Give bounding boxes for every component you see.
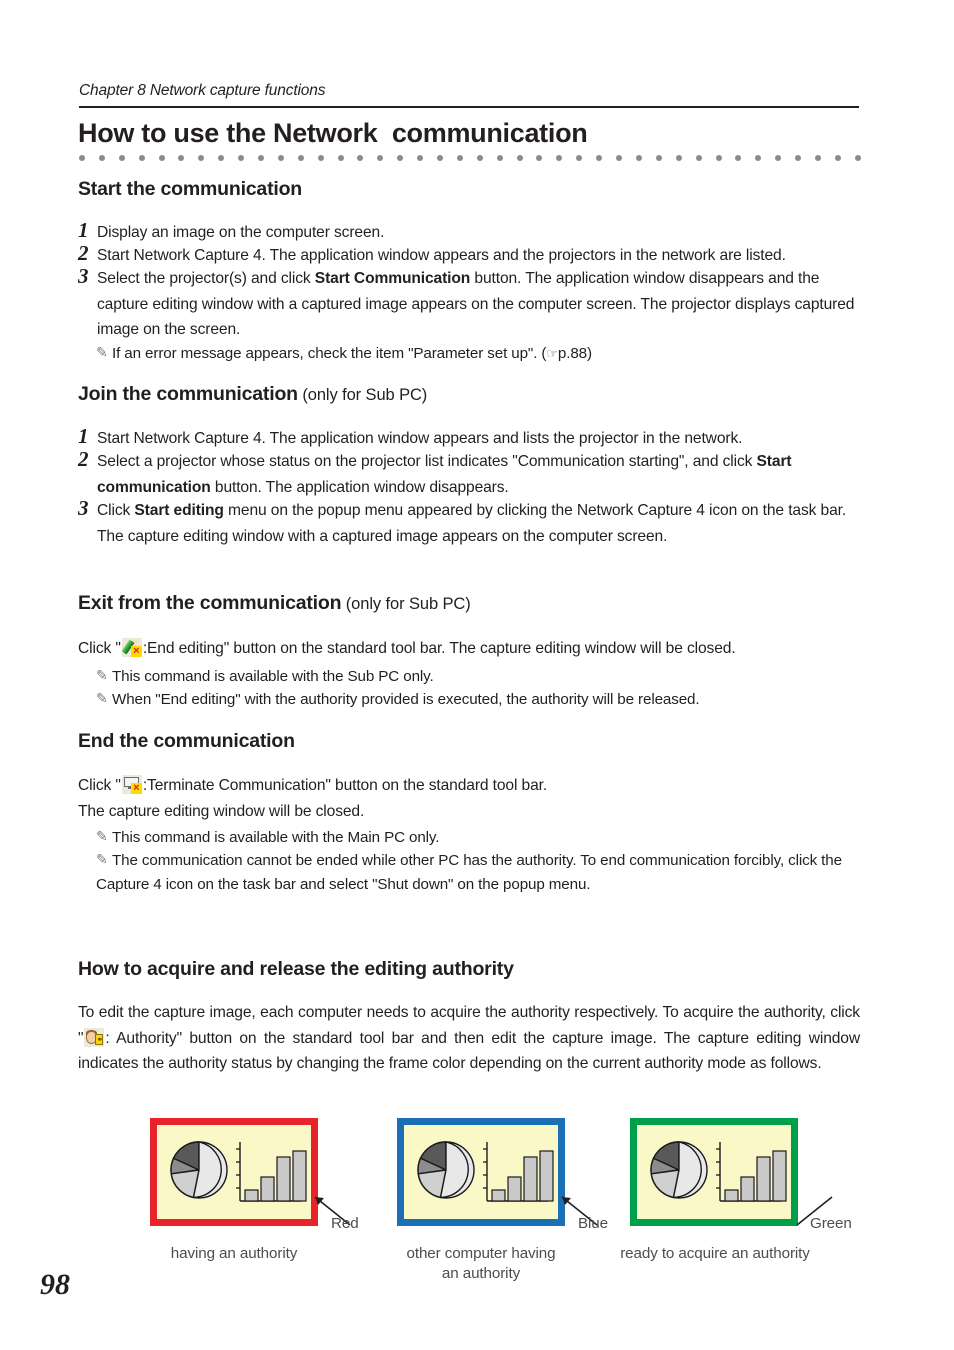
heading-start-communication-text: Start the communication: [78, 178, 303, 200]
note-page-ref: p.88: [557, 345, 587, 362]
step-number: 3: [78, 264, 89, 288]
heading-start-communication: Start the communication: [78, 178, 302, 201]
pencil-note-icon: ✎: [96, 344, 108, 360]
page-title: How to use the Network communication: [78, 118, 588, 148]
note-exit-2: ✎ When "End editing" with the authority p…: [96, 687, 866, 712]
heading-acquire-release-authority-text: How to acquire and release the editing a…: [78, 958, 514, 980]
heading-join-communication-sub: (only for Sub PC): [297, 386, 428, 404]
step-number: 1: [78, 218, 89, 242]
heading-join-communication-text: Join the communication: [78, 383, 298, 405]
document-page: Chapter 8 Network capture functions How …: [0, 0, 954, 1350]
step-text-part1: Click: [97, 502, 135, 519]
frame-caption-red: having an authority: [170, 1245, 298, 1262]
end-instruction-line2: The capture editing window will be close…: [78, 803, 365, 820]
step-text-part1: Select a projector whose status on the p…: [97, 453, 757, 470]
step-text: Start Network Capture 4. The application…: [97, 247, 786, 264]
note-text: This command is available with the Main …: [112, 829, 440, 846]
running-head: Chapter 8 Network capture functions: [79, 82, 326, 99]
step-text-part2: button. The application window disappear…: [210, 478, 509, 496]
heading-acquire-release-authority: How to acquire and release the editing a…: [78, 958, 514, 981]
note-exit-1: ✎ This command is available with the Sub …: [96, 664, 866, 689]
exit-instruction-post: :End editing" button on the standard too…: [142, 640, 736, 657]
note-text: This command is available with the Sub P…: [112, 668, 434, 685]
end-editing-icon: ×: [121, 637, 142, 657]
step-text-bold: Start Communication: [314, 270, 471, 287]
frame-caption-blue: other computer having an authority: [406, 1245, 556, 1282]
header-rule: [79, 106, 859, 108]
end-instruction-post: :Terminate Communication" button on the …: [142, 777, 548, 794]
pointing-hand-icon: ☞: [546, 346, 558, 361]
step-text: Select the projector(s) and click Start …: [97, 266, 868, 343]
note-text-1: If an error message appears, check the i…: [112, 345, 547, 362]
note-start-1: ✎ If an error message appears, check the …: [96, 341, 856, 366]
authority-body-post: : Authority" button on the standard tool…: [78, 1029, 860, 1073]
color-label-red: Red: [331, 1215, 359, 1232]
pencil-note-icon: ✎: [96, 667, 108, 683]
step-start-2: 2 Start Network Capture 4. The applicati…: [78, 241, 868, 269]
heading-exit-communication-sub: (only for Sub PC): [341, 595, 471, 613]
authority-body-paragraph: To edit the capture image, each computer…: [78, 1000, 860, 1077]
exit-instruction-line: Click " ×:End editing" button on the stan…: [78, 636, 868, 662]
note-text-2: ): [586, 345, 592, 362]
step-number: 2: [78, 447, 89, 471]
step-number: 1: [78, 424, 89, 448]
step-join-1: 1 Start Network Capture 4. The applicati…: [78, 424, 868, 452]
dotted-divider: [79, 153, 861, 163]
step-number: 3: [78, 496, 89, 520]
authority-frame-diagrams: Red Blue Green having an authority other…: [0, 1118, 954, 1308]
note-text: The communication cannot be ended while …: [96, 852, 842, 893]
heading-join-communication: Join the communication (only for Sub PC): [78, 383, 427, 406]
note-text: When "End editing" with the authority pr…: [112, 691, 700, 708]
heading-exit-communication: Exit from the communication (only for Su…: [78, 592, 471, 615]
heading-end-communication: End the communication: [78, 730, 295, 753]
step-number: 2: [78, 241, 89, 265]
step-text: Display an image on the computer screen.: [97, 224, 385, 241]
heading-end-communication-text: End the communication: [78, 730, 295, 752]
color-label-green: Green: [810, 1215, 852, 1232]
step-text: Start Network Capture 4. The application…: [97, 430, 743, 447]
authority-icon: ⚭: [84, 1027, 105, 1047]
step-start-1: 1 Display an image on the computer scree…: [78, 218, 868, 246]
color-label-blue: Blue: [578, 1215, 608, 1232]
step-text: Click Start editing menu on the popup me…: [97, 498, 868, 549]
frame-caption-green: ready to acquire an authority: [620, 1245, 810, 1262]
page-number: 98: [40, 1268, 70, 1301]
end-instruction-pre: Click ": [78, 777, 121, 794]
step-start-3: 3 Select the projector(s) and click Star…: [78, 264, 868, 343]
note-end-1: ✎ This command is available with the Main…: [96, 825, 866, 850]
end-instruction-line: Click " ×:Terminate Communication" button…: [78, 773, 868, 799]
step-text-part1: Select the projector(s) and click: [97, 270, 315, 287]
step-text: Select a projector whose status on the p…: [97, 449, 868, 500]
exit-instruction-pre: Click ": [78, 640, 121, 657]
step-join-2: 2 Select a projector whose status on the…: [78, 447, 868, 500]
pencil-note-icon: ✎: [96, 690, 108, 706]
heading-exit-communication-text: Exit from the communication: [78, 592, 342, 614]
pencil-note-icon: ✎: [96, 828, 108, 844]
terminate-communication-icon: ×: [121, 775, 142, 794]
note-end-2: ✎ The communication cannot be ended while…: [96, 848, 876, 897]
step-join-3: 3 Click Start editing menu on the popup …: [78, 496, 868, 549]
pencil-note-icon: ✎: [96, 851, 108, 867]
step-text-bold: Start editing: [134, 502, 224, 519]
